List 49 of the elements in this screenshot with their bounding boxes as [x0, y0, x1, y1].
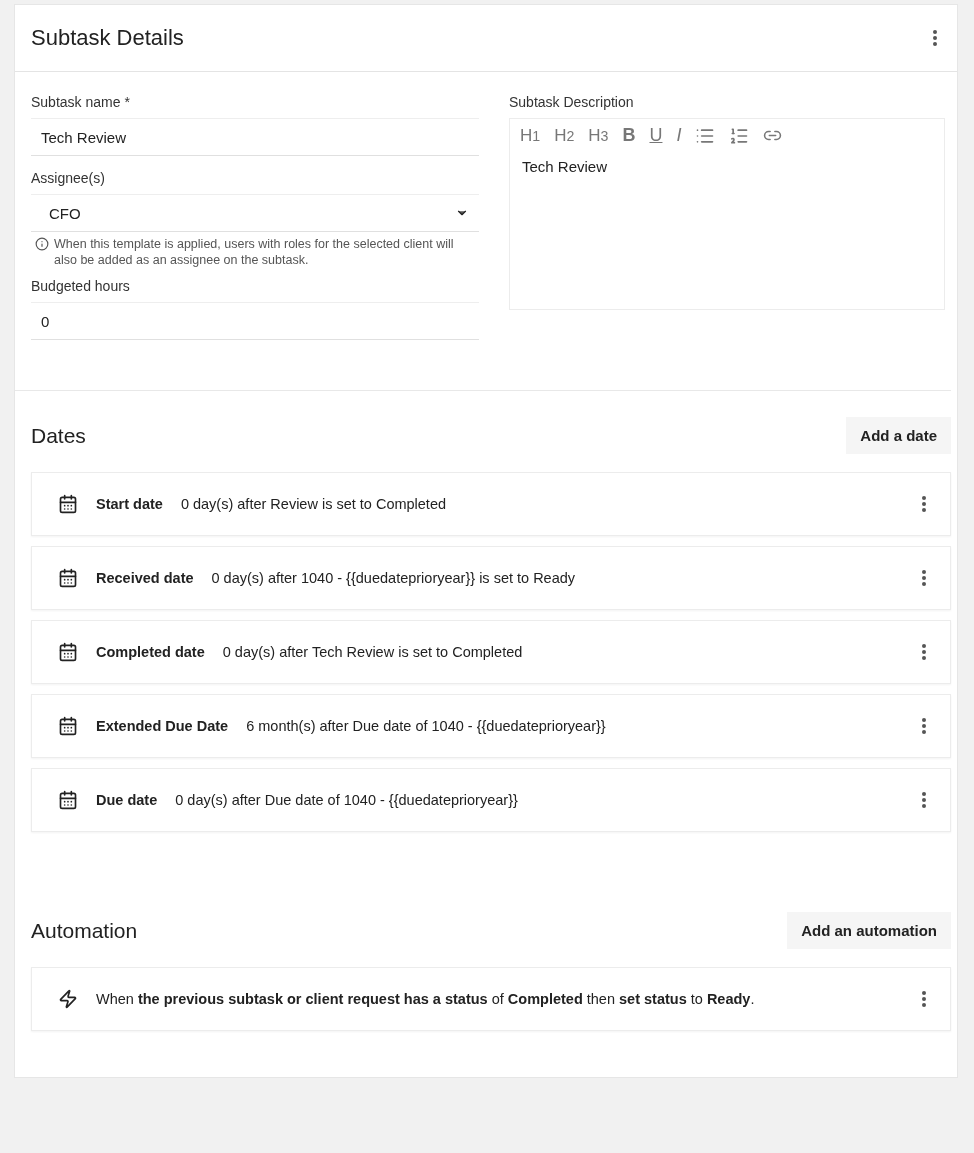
field-label: Subtask Description	[509, 94, 635, 110]
field-label: Budgeted hours	[31, 278, 131, 294]
more-button[interactable]	[920, 642, 928, 662]
field-label: Subtask name *	[31, 94, 131, 110]
format-button[interactable]: U	[649, 125, 663, 146]
date-rule: 6 month(s) after Due date of 1040 - {{duedateprioryear}}	[246, 718, 607, 734]
date-rule: 0 day(s) after Review is set to Completed	[180, 496, 448, 512]
more-icon	[922, 718, 926, 734]
date-rule: 0 day(s) after Due date of 1040 - {{duedateprioryear}}	[175, 792, 519, 808]
calendar-icon	[58, 568, 78, 588]
more-button[interactable]	[920, 989, 928, 1009]
more-button[interactable]	[920, 716, 928, 736]
info-icon	[35, 237, 49, 251]
more-icon	[922, 644, 926, 660]
field-label: Assignee(s)	[31, 170, 106, 186]
input-field[interactable]: 0	[31, 302, 479, 340]
date-name: Received date	[96, 570, 194, 586]
date-name: Start date	[96, 496, 163, 512]
more-icon	[922, 570, 926, 586]
editor-text: Tech Review	[521, 157, 609, 177]
add-automation-button[interactable]: Add an automation	[787, 912, 951, 949]
date-name: Extended Due Date	[96, 718, 229, 734]
calendar-icon	[58, 716, 78, 736]
format-button[interactable]: B	[622, 125, 636, 146]
more-button[interactable]	[920, 568, 928, 588]
date-name: Due date	[96, 792, 158, 808]
format-button[interactable]: I	[676, 125, 682, 146]
more-button[interactable]	[931, 28, 939, 48]
automation-text: When the previous subtask or client request has a status of Completed then set status to Ready.	[96, 991, 756, 1007]
select-field[interactable]: CFO	[31, 194, 479, 232]
date-rule: 0 day(s) after Tech Review is set to Completed	[222, 644, 524, 660]
date-rule: 0 day(s) after 1040 - {{duedateprioryear}} is set to Ready	[211, 570, 577, 586]
more-button[interactable]	[920, 790, 928, 810]
more-icon	[933, 30, 937, 46]
panel-title: Subtask Details	[31, 25, 184, 51]
section-title: Automation	[31, 918, 138, 943]
more-button[interactable]	[920, 494, 928, 514]
calendar-icon	[58, 494, 78, 514]
more-icon	[922, 496, 926, 512]
calendar-icon	[58, 790, 78, 810]
more-icon	[922, 792, 926, 808]
date-name: Completed date	[96, 644, 205, 660]
input-field[interactable]: Tech Review	[31, 118, 479, 156]
add-date-button[interactable]: Add a date	[846, 417, 951, 454]
more-icon	[922, 991, 926, 1007]
lightning-icon	[58, 989, 78, 1009]
calendar-icon	[58, 642, 78, 662]
section-title: Dates	[31, 423, 86, 448]
hint-text: When this template is applied, users with roles for the selected client will also be added as an assignee on the subtask.	[54, 236, 455, 268]
